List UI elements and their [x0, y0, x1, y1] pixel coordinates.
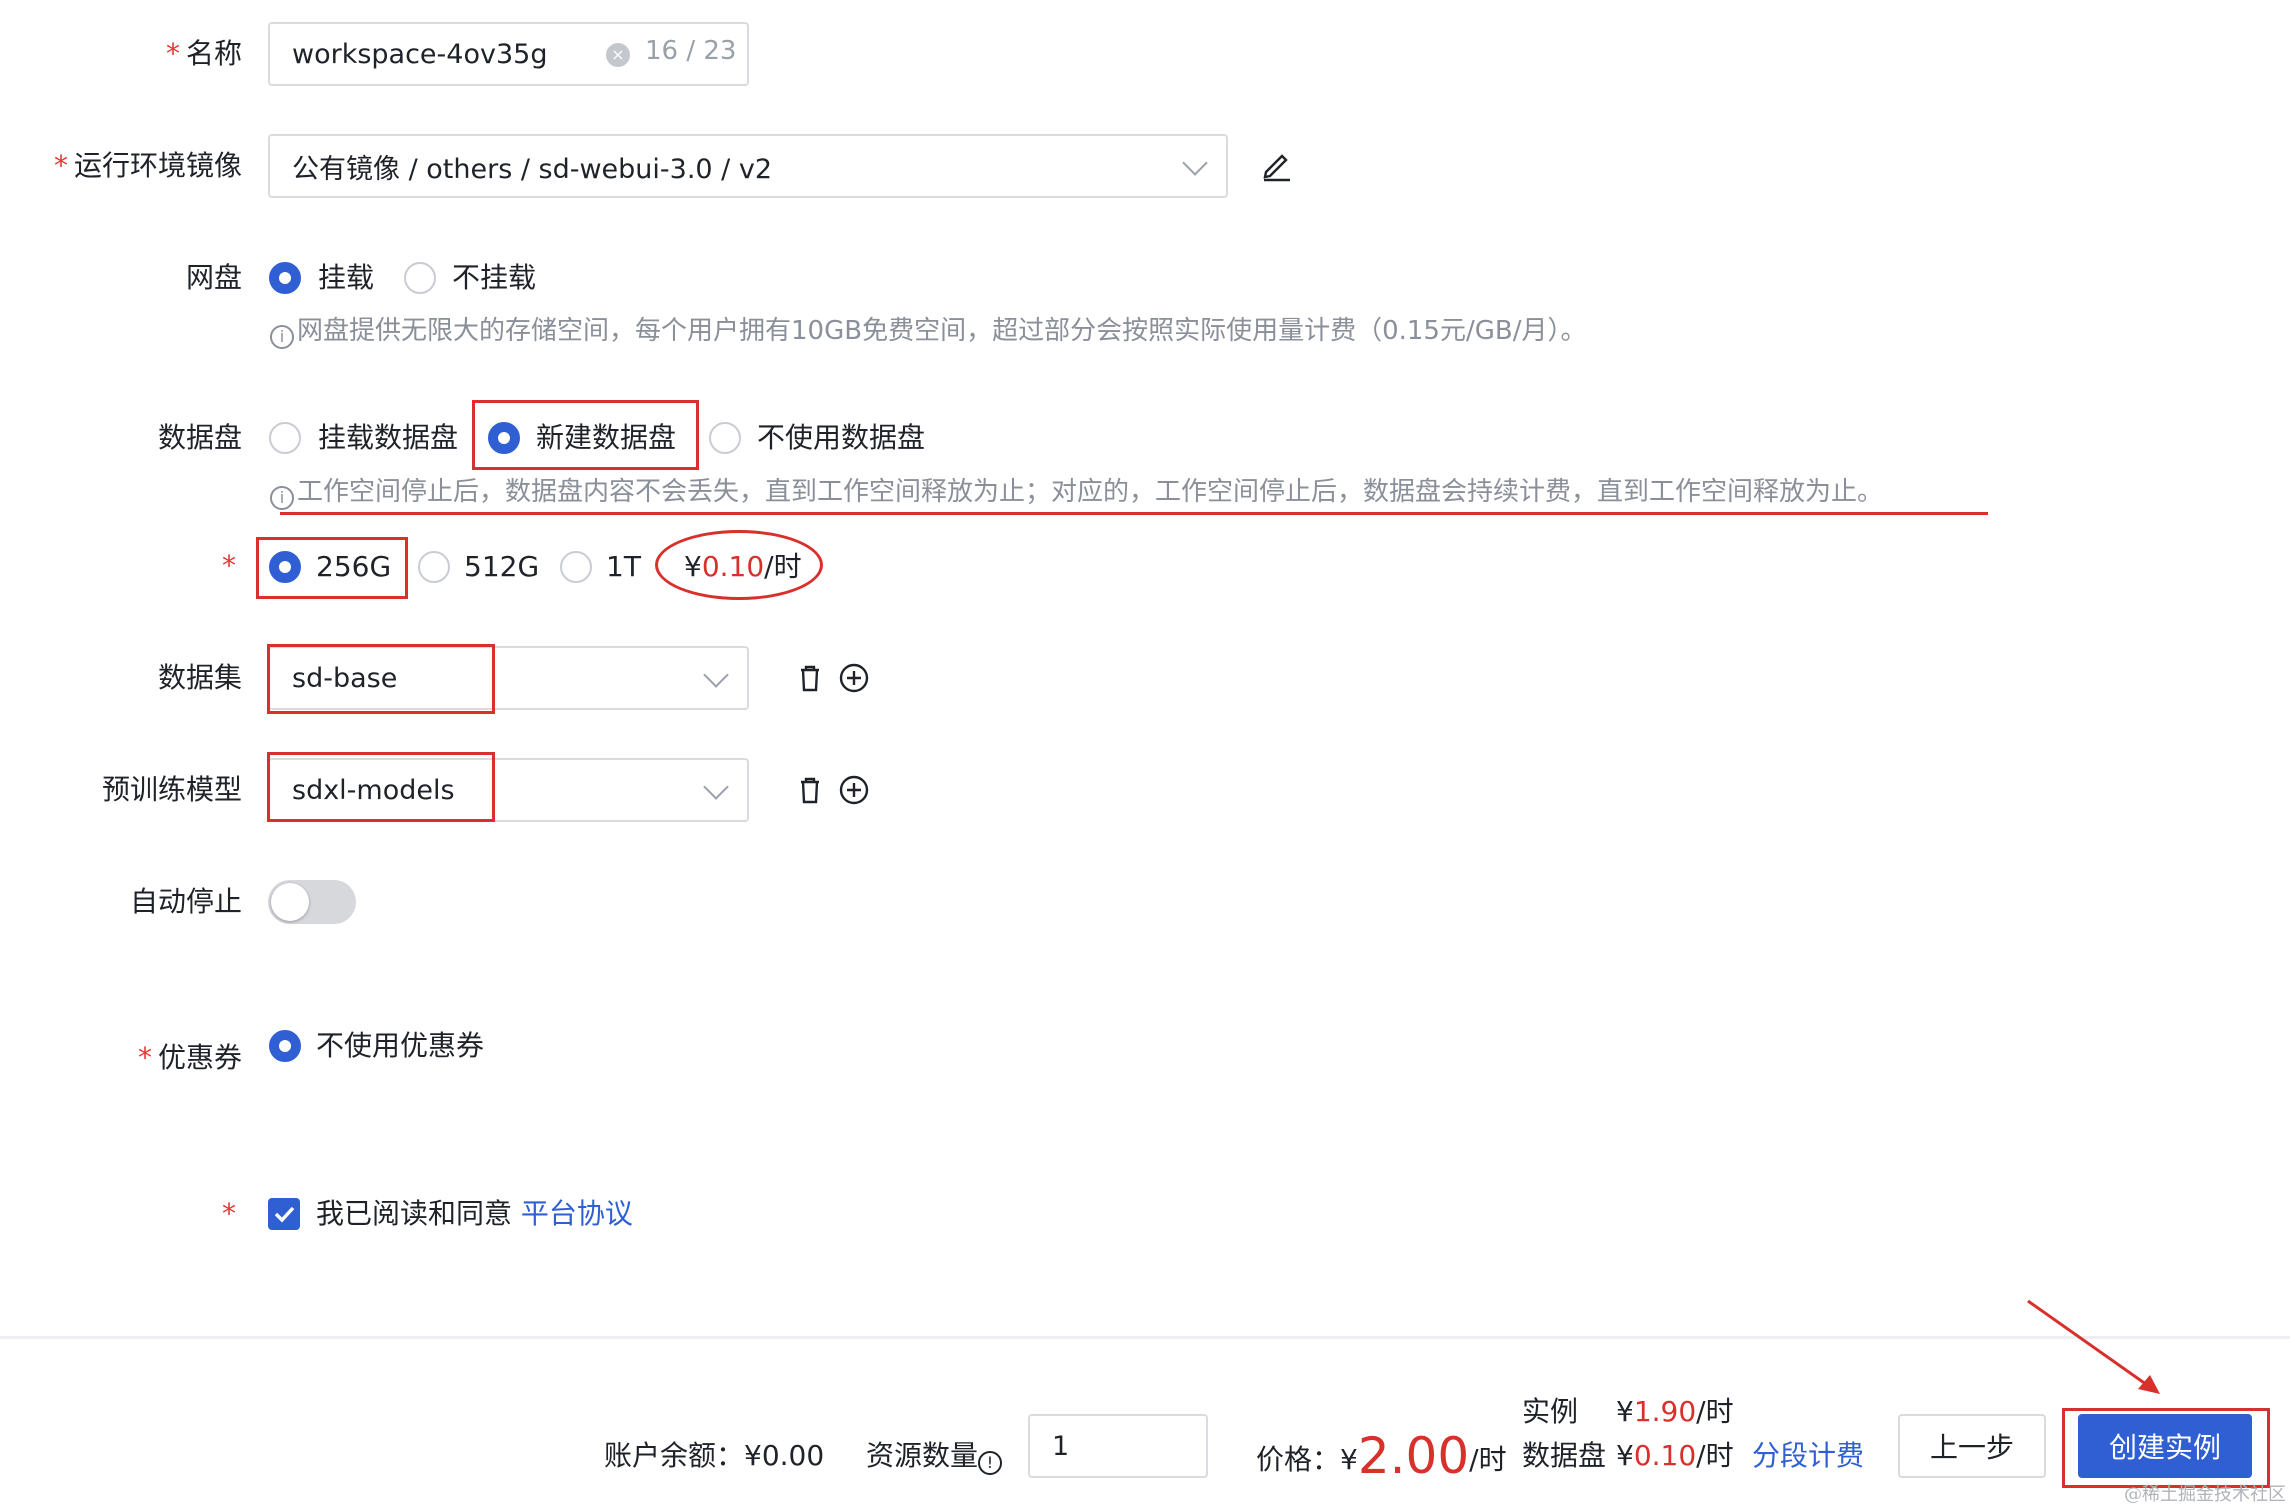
annotation-underline: [280, 512, 1988, 515]
name-input[interactable]: workspace-4ov35g × 16 / 23: [268, 22, 749, 86]
chevron-down-icon: [1182, 150, 1208, 176]
netdisk-hint: i 网盘提供无限大的存储空间，每个用户拥有10GB免费空间，超过部分会按照实际使用…: [270, 313, 1586, 349]
footer-divider: [0, 1336, 2290, 1339]
autostop-label: 自动停止: [129, 885, 242, 918]
tiered-billing-link[interactable]: 分段计费: [1752, 1436, 1864, 1476]
disk-price-label: 数据盘: [1522, 1439, 1607, 1472]
dataset-value: sd-base: [292, 662, 398, 694]
datadisk-label: 数据盘: [157, 421, 242, 454]
image-select[interactable]: 公有镜像 / others / sd-webui-3.0 / v2: [268, 134, 1228, 198]
datadisk-none-label[interactable]: 不使用数据盘: [757, 418, 925, 458]
coupon-none-label[interactable]: 不使用优惠券: [316, 1026, 484, 1066]
toggle-knob: [271, 883, 309, 921]
trash-icon[interactable]: [793, 661, 827, 695]
check-icon: [274, 1206, 295, 1223]
netdisk-mount-radio[interactable]: [269, 262, 301, 294]
instance-price-label: 实例: [1522, 1395, 1579, 1428]
prev-step-button[interactable]: 上一步: [1898, 1414, 2046, 1478]
datadisk-hint: i 工作空间停止后，数据盘内容不会丢失，直到工作空间释放为止；对应的，工作空间停止…: [270, 474, 1883, 510]
clear-icon[interactable]: ×: [606, 43, 630, 67]
datadisk-new-radio[interactable]: [488, 422, 520, 454]
model-label: 预训练模型: [101, 773, 242, 806]
info-icon: !: [978, 1451, 1003, 1475]
account-balance: 账户余额：¥0.00: [604, 1439, 825, 1472]
coupon-none-radio[interactable]: [269, 1030, 301, 1062]
size-1t-radio[interactable]: [560, 551, 592, 583]
size-1t-label[interactable]: 1T: [606, 547, 641, 587]
datadisk-new-label[interactable]: 新建数据盘: [536, 418, 676, 458]
netdisk-mount-label[interactable]: 挂载: [318, 258, 374, 298]
quantity-input[interactable]: 1: [1028, 1414, 1208, 1478]
info-icon: i: [270, 486, 294, 510]
annotation-arrow: [2027, 1299, 2160, 1394]
info-icon: i: [270, 325, 294, 349]
image-label: * 运行环境镜像: [53, 149, 242, 182]
coupon-label: * 优惠券: [137, 1041, 242, 1074]
netdisk-unmount-radio[interactable]: [404, 262, 436, 294]
disk-price-footer: ¥0.10/时: [1616, 1439, 1734, 1472]
instance-price: ¥1.90/时: [1616, 1395, 1734, 1428]
create-instance-button[interactable]: 创建实例: [2078, 1414, 2252, 1478]
size-512g-radio[interactable]: [418, 551, 450, 583]
datadisk-mount-label[interactable]: 挂载数据盘: [318, 418, 458, 458]
size-512g-label[interactable]: 512G: [464, 547, 539, 587]
agreement-required: *: [222, 1197, 236, 1230]
quantity-value: 1: [1052, 1430, 1070, 1462]
datadisk-mount-radio[interactable]: [269, 422, 301, 454]
name-label: * 名称: [165, 37, 242, 70]
netdisk-unmount-label[interactable]: 不挂载: [452, 258, 536, 298]
quantity-label: 资源数量!: [866, 1436, 1005, 1476]
add-icon[interactable]: [837, 773, 871, 807]
size-256g-label[interactable]: 256G: [316, 547, 391, 587]
model-value: sdxl-models: [292, 774, 455, 806]
watermark: @稀土掘金技术社区: [2124, 1484, 2286, 1505]
image-value: 公有镜像 / others / sd-webui-3.0 / v2: [292, 153, 773, 185]
trash-icon[interactable]: [793, 773, 827, 807]
datadisk-none-radio[interactable]: [709, 422, 741, 454]
model-select[interactable]: sdxl-models: [268, 758, 749, 822]
annotation-ellipse-price: [655, 530, 823, 600]
disksize-label: *: [222, 549, 236, 582]
agreement-text: 我已阅读和同意 平台协议: [316, 1197, 633, 1230]
autostop-toggle[interactable]: [268, 880, 356, 924]
chevron-down-icon: [703, 774, 729, 800]
netdisk-label: 网盘: [185, 261, 242, 294]
add-icon[interactable]: [837, 661, 871, 695]
dataset-select[interactable]: sd-base: [268, 646, 749, 710]
edit-icon[interactable]: [1260, 148, 1294, 182]
dataset-label: 数据集: [157, 661, 242, 694]
price-total: 价格：¥2.00/时: [1256, 1427, 1507, 1485]
agreement-checkbox[interactable]: [268, 1198, 300, 1230]
name-value: workspace-4ov35g: [292, 38, 548, 70]
name-counter: 16 / 23: [645, 36, 737, 66]
chevron-down-icon: [703, 662, 729, 688]
agreement-link[interactable]: 平台协议: [521, 1197, 633, 1230]
size-256g-radio[interactable]: [269, 551, 301, 583]
